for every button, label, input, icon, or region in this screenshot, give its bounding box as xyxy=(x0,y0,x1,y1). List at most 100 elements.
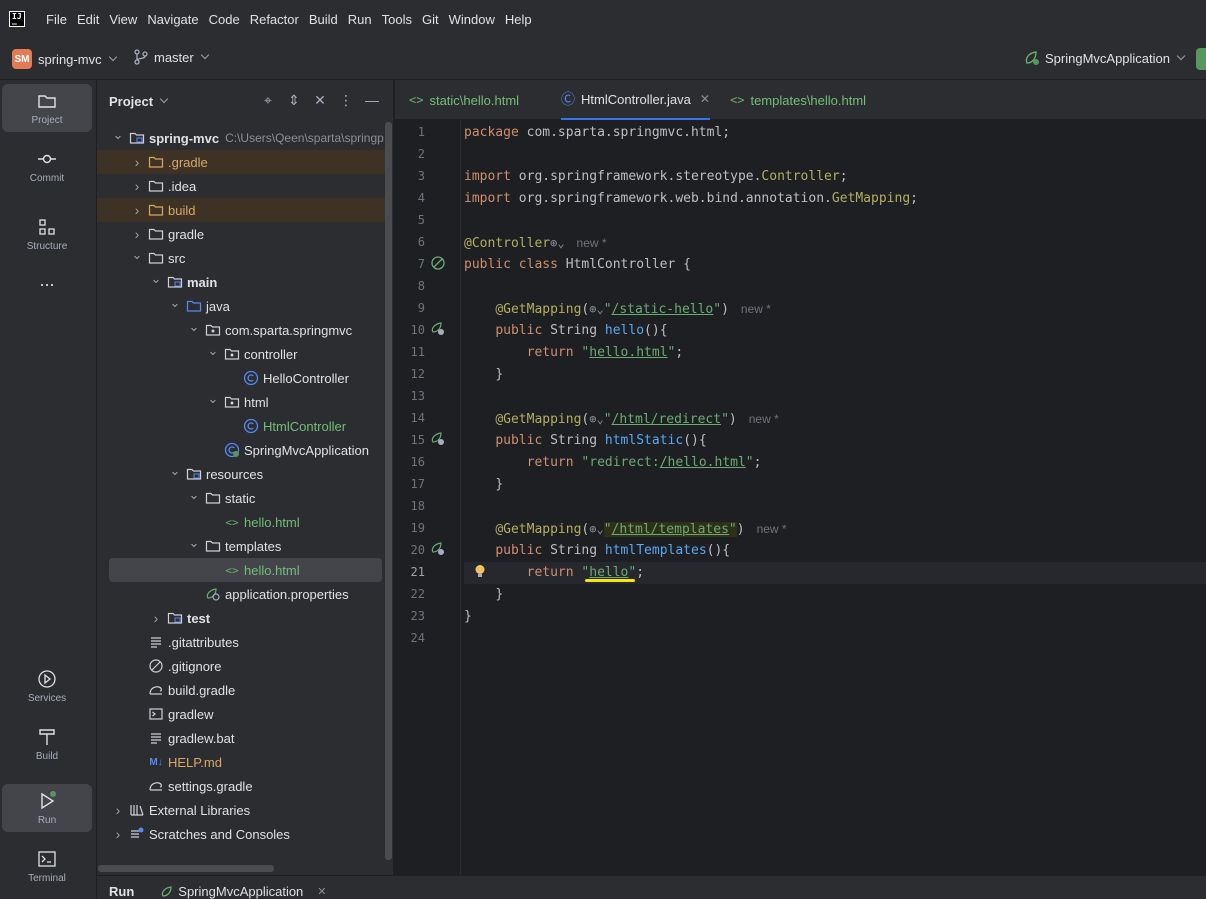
chevron-down-icon[interactable]: ⌄ xyxy=(206,343,220,359)
spring-bean-icon[interactable] xyxy=(430,255,446,271)
menu-git[interactable]: Git xyxy=(422,12,439,27)
tree-item[interactable]: gradlew xyxy=(97,702,385,726)
menu-navigate[interactable]: Navigate xyxy=(147,12,198,27)
tool-project[interactable]: Project xyxy=(2,84,92,132)
run-tool-tab[interactable]: Run xyxy=(109,884,134,899)
tab-html-controller-java[interactable]: Ⓒ HtmlController.java ✕ xyxy=(561,80,710,120)
tool-services[interactable]: Services xyxy=(2,662,92,710)
more-tools-button[interactable]: ... xyxy=(2,256,92,304)
chevron-down-icon[interactable]: ⌄ xyxy=(149,271,163,287)
chevron-down-icon[interactable]: ⌄ xyxy=(130,247,144,263)
menu-edit[interactable]: Edit xyxy=(77,12,99,27)
chevron-down-icon[interactable] xyxy=(159,94,169,104)
tree-item-label: External Libraries xyxy=(149,802,251,818)
tree-item[interactable]: › Scratches and Consoles xyxy=(97,822,385,846)
chevron-right-icon[interactable]: › xyxy=(111,826,125,842)
endpoint-icon[interactable] xyxy=(430,541,446,557)
project-view-selector[interactable]: Project xyxy=(109,94,153,109)
endpoint-icon[interactable] xyxy=(430,321,446,337)
tool-structure[interactable]: Structure xyxy=(2,210,92,258)
lightbulb-icon[interactable] xyxy=(472,563,488,579)
code-editor[interactable]: 1 2 3 4 5 6 7 8 9 10 11 12 13 14 15 16 17 18 19 20 21 22 23 24 … xyxy=(395,120,1206,875)
tree-item[interactable]: HelloController xyxy=(97,366,385,390)
tree-item[interactable]: ⌄ static xyxy=(97,486,385,510)
chevron-down-icon[interactable]: ⌄ xyxy=(111,127,125,143)
chevron-down-icon[interactable]: ⌄ xyxy=(168,295,182,311)
chevron-down-icon[interactable]: ⌄ xyxy=(168,463,182,479)
code-line-3: import org.springframework.stereotype.Co… xyxy=(464,169,848,184)
menu-build[interactable]: Build xyxy=(309,12,338,27)
chevron-right-icon[interactable]: › xyxy=(130,178,144,194)
tree-item[interactable]: ⌄ controller xyxy=(97,342,385,366)
bottom-tool-window-bar: Run SpringMvcApplication ✕ xyxy=(97,875,1206,899)
tree-item[interactable]: SpringMvcApplication xyxy=(97,438,385,462)
chevron-right-icon[interactable]: › xyxy=(149,610,163,626)
tab-static-hello-html[interactable]: <> static\hello.html xyxy=(409,80,519,120)
tree-item[interactable]: › External Libraries xyxy=(97,798,385,822)
tree-item[interactable]: › build xyxy=(97,198,385,222)
tool-build[interactable]: Build xyxy=(2,720,92,768)
tree-item[interactable]: ⌄ spring-mvc C:\Users\Qeen\sparta\springp xyxy=(97,126,385,150)
tool-run[interactable]: Run xyxy=(2,784,92,832)
menu-tools[interactable]: Tools xyxy=(382,12,412,27)
vertical-scrollbar[interactable] xyxy=(385,122,392,860)
tree-item[interactable]: ⌄ main xyxy=(97,270,385,294)
tree-item[interactable]: ⌄ html xyxy=(97,390,385,414)
chevron-right-icon[interactable]: › xyxy=(130,202,144,218)
tree-item[interactable]: <> hello.html xyxy=(97,510,385,534)
menu-view[interactable]: View xyxy=(109,12,137,27)
tool-run-label: Run xyxy=(37,814,57,826)
expand-all-icon[interactable]: ⇕ xyxy=(287,92,301,108)
close-icon[interactable]: ✕ xyxy=(317,885,326,898)
menu-refactor[interactable]: Refactor xyxy=(250,12,299,27)
tree-item[interactable]: M↓ HELP.md xyxy=(97,750,385,774)
chevron-down-icon[interactable]: ⌄ xyxy=(187,319,201,335)
tree-item[interactable]: › gradle xyxy=(97,222,385,246)
hide-icon[interactable]: — xyxy=(365,92,379,108)
tree-item[interactable]: application.properties xyxy=(97,582,385,606)
options-icon[interactable]: ⋮ xyxy=(339,92,353,108)
menu-help[interactable]: Help xyxy=(505,12,532,27)
tab-templates-hello-html[interactable]: <> templates\hello.html xyxy=(730,80,866,120)
branch-switcher[interactable]: master xyxy=(134,49,209,65)
tree-item[interactable]: settings.gradle xyxy=(97,774,385,798)
tree-item[interactable]: .gitattributes xyxy=(97,630,385,654)
tool-commit[interactable]: Commit xyxy=(2,142,92,190)
editor-gutter[interactable]: 1 2 3 4 5 6 7 8 9 10 11 12 13 14 15 16 17 18 19 20 21 22 23 24 xyxy=(395,120,461,875)
tree-item[interactable]: .gitignore xyxy=(97,654,385,678)
tree-item[interactable]: HtmlController xyxy=(97,414,385,438)
run-config-selector[interactable]: SpringMvcApplication xyxy=(1023,49,1186,67)
chevron-down-icon[interactable]: ⌄ xyxy=(187,487,201,503)
menu-code[interactable]: Code xyxy=(209,12,240,27)
menu-run[interactable]: Run xyxy=(348,12,372,27)
tree-item[interactable]: › .idea xyxy=(97,174,385,198)
chevron-down-icon[interactable]: ⌄ xyxy=(206,391,220,407)
endpoint-icon[interactable] xyxy=(430,431,446,447)
tree-item[interactable]: ⌄ templates xyxy=(97,534,385,558)
tree-item[interactable]: › test xyxy=(97,606,385,630)
tree-item[interactable]: ⌄ java xyxy=(97,294,385,318)
tree-item[interactable]: › .gradle xyxy=(97,150,385,174)
tree-item[interactable]: build.gradle xyxy=(97,678,385,702)
collapse-all-icon[interactable]: ✕ xyxy=(313,92,327,108)
horizontal-scrollbar[interactable] xyxy=(98,865,274,872)
chevron-right-icon[interactable]: › xyxy=(111,802,125,818)
tree-item[interactable]: ⌄ resources xyxy=(97,462,385,486)
menu-file[interactable]: File xyxy=(46,12,67,27)
menu-window[interactable]: Window xyxy=(449,12,495,27)
tree-item[interactable]: gradlew.bat xyxy=(97,726,385,750)
chevron-down-icon[interactable]: ⌄ xyxy=(187,535,201,551)
run-button[interactable] xyxy=(1196,48,1206,70)
tool-terminal[interactable]: Terminal xyxy=(2,842,92,890)
project-switcher[interactable]: SM spring-mvc xyxy=(12,49,117,69)
run-session-tab[interactable]: SpringMvcApplication ✕ xyxy=(160,884,327,899)
tree-item[interactable]: <> hello.html xyxy=(109,558,382,582)
web-icon: ⊕⌄ xyxy=(550,236,565,250)
chevron-right-icon[interactable]: › xyxy=(130,226,144,242)
tree-item[interactable]: ⌄ src xyxy=(97,246,385,270)
intellij-logo-icon[interactable]: IJ — xyxy=(9,11,25,28)
chevron-right-icon[interactable]: › xyxy=(130,154,144,170)
close-icon[interactable]: ✕ xyxy=(700,92,710,106)
locate-icon[interactable]: ⌖ xyxy=(261,92,275,108)
tree-item[interactable]: ⌄ com.sparta.springmvc xyxy=(97,318,385,342)
